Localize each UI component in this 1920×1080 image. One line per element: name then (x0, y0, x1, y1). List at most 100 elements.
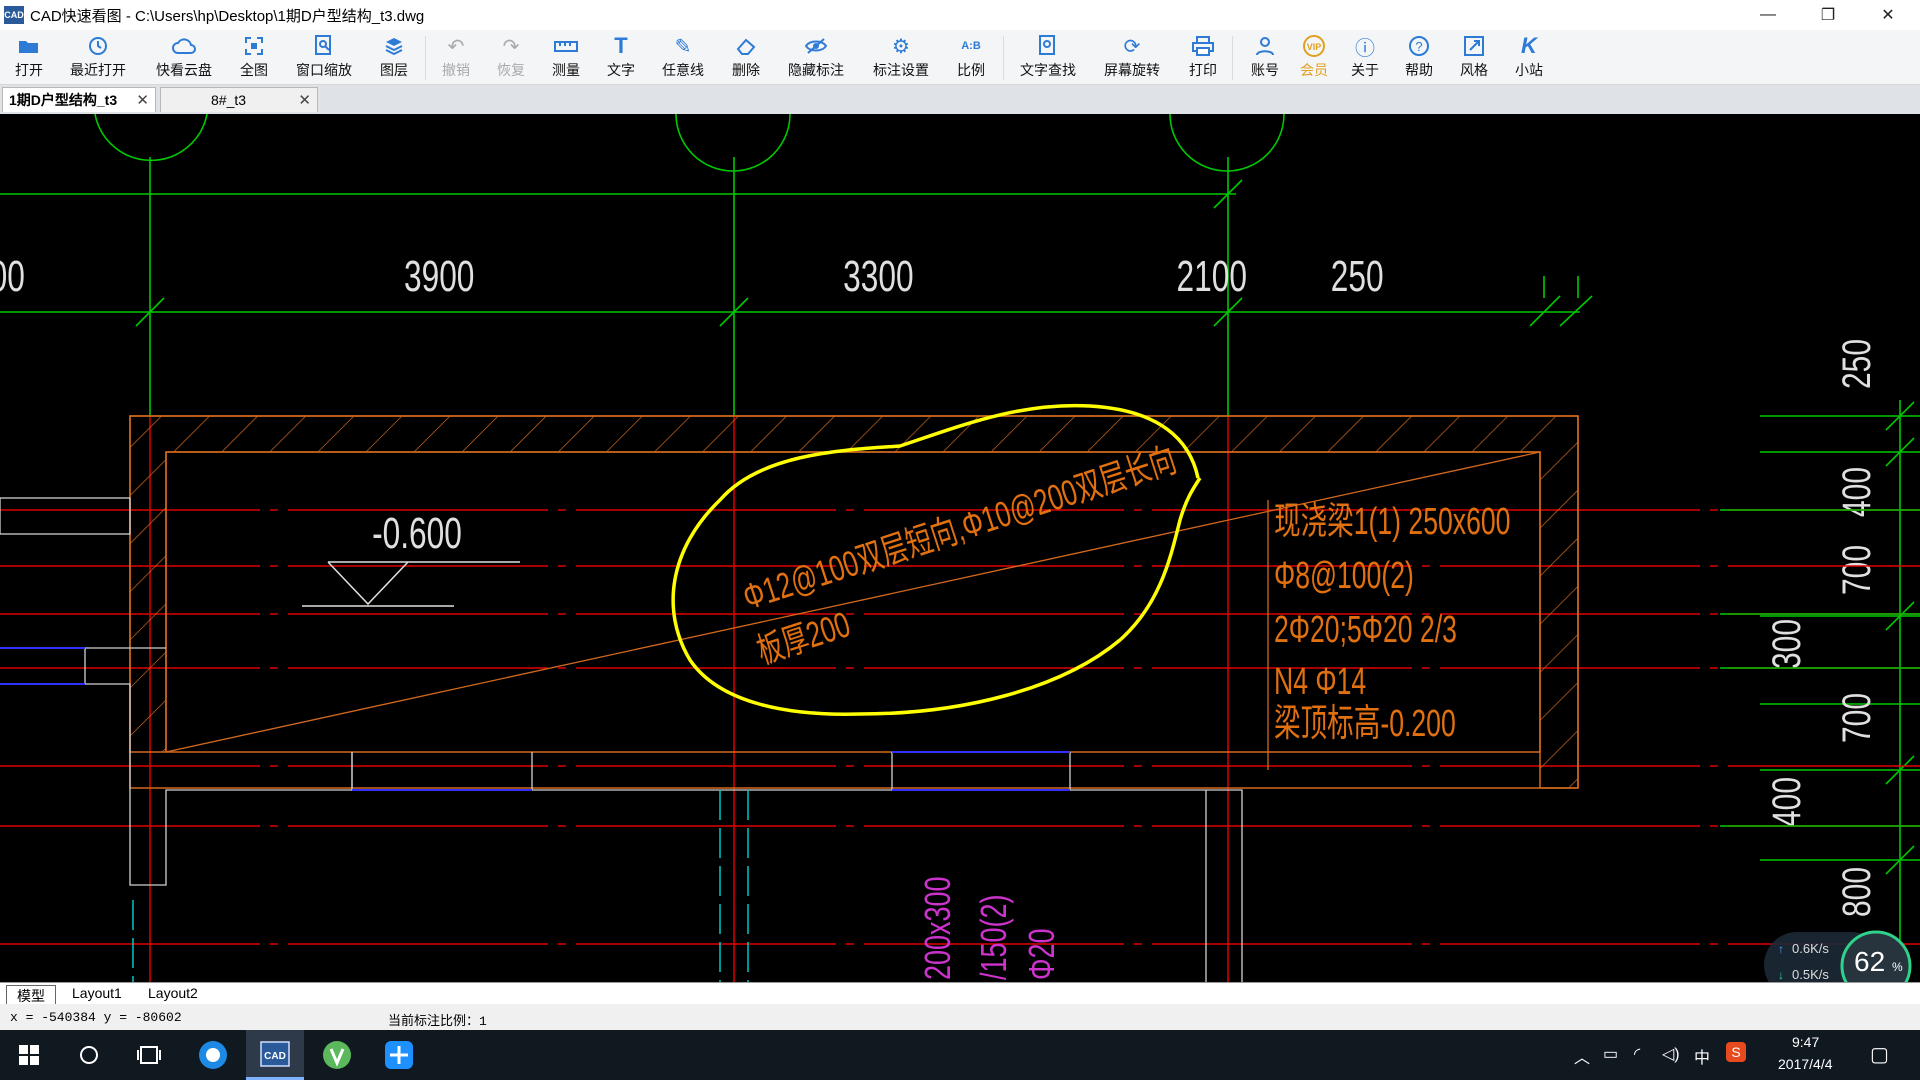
fit-all-icon (244, 34, 264, 58)
taskbar-app-blue[interactable] (370, 1030, 428, 1080)
dim-right-700b: 700 (1835, 693, 1879, 743)
taskbar: CAD ︿ ▭ ◜ ◁) 中 S 9:47 2017/4/4 ▢ (0, 1030, 1920, 1080)
clock-date[interactable]: 2017/4/4 (1778, 1056, 1833, 1072)
status-bar: x = -540384 y = -80602 当前标注比例：1 (0, 1004, 1920, 1030)
zoom-window-icon (314, 34, 334, 58)
cloud-icon (172, 34, 196, 58)
undo-icon: ↶ (447, 35, 465, 58)
text-button[interactable]: T 文字 (589, 33, 653, 80)
svg-text:VIP: VIP (1307, 42, 1322, 52)
taskbar-app-browser[interactable] (184, 1030, 242, 1080)
show-hidden-icons[interactable]: ︿ (1574, 1044, 1590, 1068)
maximize-button[interactable]: ❐ (1800, 0, 1856, 30)
tab-layout2[interactable]: Layout2 (148, 985, 198, 1001)
dim-right-250: 250 (1835, 339, 1879, 389)
memory-percent-unit: % (1892, 960, 1903, 974)
style-label: 风格 (1460, 62, 1488, 78)
title-bar: CAD CAD快速看图 - C:\Users\hp\Desktop\1期D户型结… (0, 0, 1920, 30)
close-tab-icon[interactable]: ✕ (136, 91, 149, 109)
folder-open-icon (18, 34, 40, 58)
dim-right-800: 800 (1835, 867, 1879, 917)
cloud-button[interactable]: 快看云盘 (152, 34, 216, 80)
layers-button[interactable]: 图层 (362, 34, 426, 80)
dimension-settings-button[interactable]: ⚙ 标注设置 (869, 34, 933, 80)
delete-button[interactable]: 删除 (714, 34, 778, 80)
eraser-icon (735, 34, 757, 58)
volume-icon[interactable]: ◁) (1662, 1044, 1680, 1064)
browser-icon (199, 1041, 227, 1069)
memory-percent: 62 (1854, 946, 1886, 977)
main-toolbar: 打开 最近打开 快看云盘 全图 窗口缩放 图层 ↶ 撤销 ↷ 恢复 测量 T 文… (0, 30, 1920, 85)
window-title: CAD快速看图 - C:\Users\hp\Desktop\1期D户型结构_t3… (30, 7, 425, 25)
dim-right-300: 300 (1765, 619, 1809, 669)
blue-app-icon (385, 1041, 413, 1069)
printer-icon (1192, 34, 1214, 58)
hide-annotations-label: 隐藏标注 (788, 62, 844, 78)
search-button[interactable] (60, 1030, 118, 1080)
notification-icon[interactable]: ▢ (1870, 1042, 1889, 1067)
freeline-button[interactable]: ✎ 任意线 (651, 34, 715, 80)
tab-document-2[interactable]: 8#_t3 ✕ (160, 87, 318, 112)
k-site-icon: K (1521, 33, 1537, 58)
print-label: 打印 (1189, 62, 1217, 78)
scale-button[interactable]: A:B 比例 (939, 34, 1003, 80)
beam-note-3: 2Φ20;5Φ20 2/3 (1274, 607, 1457, 650)
document-tabs: 1期D户型结构_t3 ✕ 8#_t3 ✕ (0, 85, 1920, 114)
beam-note-4: N4 Φ14 (1274, 659, 1366, 702)
ruler-icon (554, 34, 578, 58)
tab-document-1[interactable]: 1期D户型结构_t3 ✕ (2, 87, 156, 112)
task-view-button[interactable] (120, 1030, 178, 1080)
fit-all-button[interactable]: 全图 (222, 34, 286, 80)
clock-icon (88, 34, 108, 58)
rotate-screen-button[interactable]: ⟳ 屏幕旋转 (1100, 34, 1164, 80)
cad-drawing: 00 3900 3300 2100 250 250 400 700 300 70… (0, 114, 1920, 982)
green-app-icon (323, 1041, 351, 1069)
zoom-window-label: 窗口缩放 (296, 62, 352, 78)
dim-right-400b: 400 (1765, 777, 1809, 827)
start-button[interactable] (0, 1030, 58, 1080)
sogou-ime-icon[interactable]: S (1726, 1042, 1746, 1062)
drawing-canvas[interactable]: 00 3900 3300 2100 250 250 400 700 300 70… (0, 114, 1920, 1002)
minimize-button[interactable]: — (1740, 0, 1796, 30)
wifi-icon[interactable]: ◜ (1634, 1044, 1640, 1064)
help-label: 帮助 (1405, 62, 1433, 78)
layout-tabs: 模型 Layout1 Layout2 (0, 982, 1920, 1007)
measure-label: 测量 (552, 62, 580, 78)
text-search-button[interactable]: 文字查找 (1016, 34, 1080, 80)
hide-annotations-button[interactable]: 隐藏标注 (784, 34, 848, 80)
magenta-text-1: 200x300 (917, 876, 958, 980)
tab-label: 1期D户型结构_t3 (9, 92, 118, 108)
battery-icon[interactable]: ▭ (1603, 1044, 1618, 1064)
beam-note-1: 现浇梁1(1) 250x600 (1274, 499, 1510, 542)
user-icon (1255, 34, 1275, 58)
tab-layout1[interactable]: Layout1 (72, 985, 122, 1001)
windows-icon (19, 1045, 39, 1065)
beam-note-2: Φ8@100(2) (1274, 553, 1414, 596)
site-label: 小站 (1515, 62, 1543, 78)
zoom-window-button[interactable]: 窗口缩放 (292, 34, 356, 80)
dimension-settings-label: 标注设置 (873, 62, 929, 78)
dim-3900: 3900 (404, 252, 474, 301)
elevation-label: -0.600 (372, 509, 462, 558)
dim-right-700: 700 (1835, 545, 1879, 595)
ime-indicator[interactable]: 中 (1694, 1044, 1710, 1068)
close-button[interactable]: ✕ (1860, 0, 1916, 30)
site-button[interactable]: K 小站 (1497, 33, 1561, 80)
pen-icon: ✎ (674, 35, 692, 58)
taskbar-app-cad[interactable]: CAD (246, 1030, 304, 1080)
dimension-settings-icon: ⚙ (892, 35, 910, 58)
magenta-text-3: Φ20 (1021, 928, 1062, 980)
scale-icon: A:B (961, 40, 981, 52)
recent-button[interactable]: 最近打开 (66, 34, 130, 80)
print-button[interactable]: 打印 (1171, 34, 1235, 80)
dim-2100: 2100 (1177, 252, 1247, 301)
clock-time[interactable]: 9:47 (1792, 1034, 1819, 1050)
scale-label: 比例 (957, 62, 985, 78)
close-tab-icon[interactable]: ✕ (298, 91, 311, 109)
cloud-label: 快看云盘 (156, 62, 212, 78)
open-button[interactable]: 打开 (0, 34, 61, 80)
undo-label: 撤销 (442, 62, 470, 78)
account-label: 账号 (1251, 62, 1279, 78)
redo-icon: ↷ (502, 35, 520, 58)
taskbar-app-green[interactable] (308, 1030, 366, 1080)
